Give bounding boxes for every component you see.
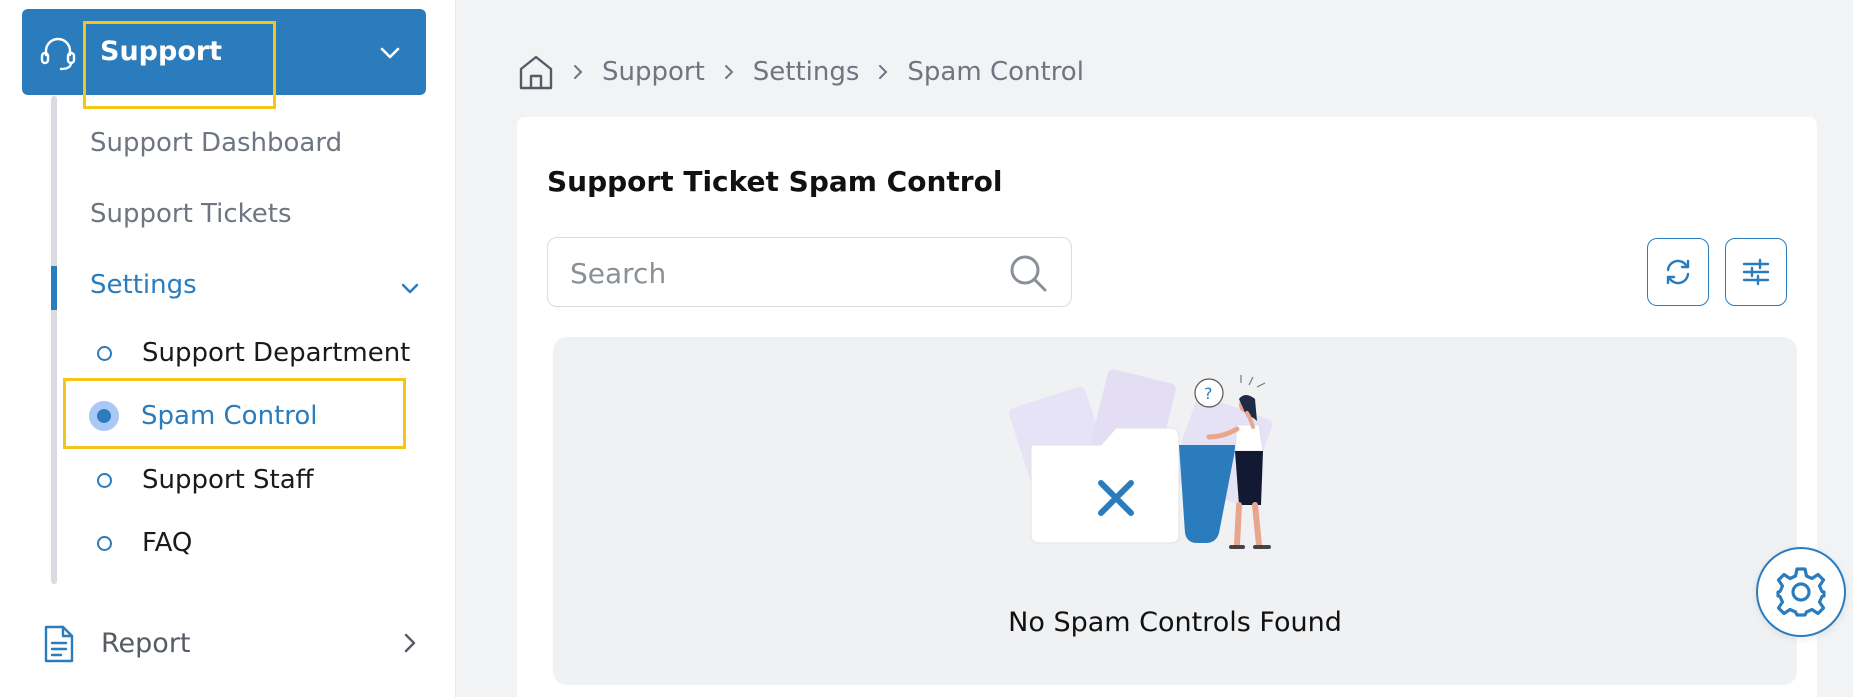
sidebar-item-report[interactable]: Report bbox=[42, 622, 422, 668]
chevron-right-icon bbox=[724, 65, 734, 79]
home-icon[interactable] bbox=[518, 53, 554, 91]
sliders-icon bbox=[1742, 258, 1770, 286]
refresh-icon bbox=[1666, 259, 1690, 285]
sidebar-subitem-support-staff[interactable]: Support Staff bbox=[92, 460, 314, 500]
sidebar-subitem-faq[interactable]: FAQ bbox=[92, 523, 192, 563]
page-title: Support Ticket Spam Control bbox=[547, 165, 1003, 198]
search-icon[interactable] bbox=[1007, 252, 1049, 294]
sidebar-subitem-support-department[interactable]: Support Department bbox=[92, 333, 410, 373]
breadcrumb: Support Settings Spam Control bbox=[518, 52, 1084, 92]
gear-icon bbox=[1776, 567, 1826, 617]
headset-icon bbox=[40, 37, 76, 71]
breadcrumb-item-current: Spam Control bbox=[907, 57, 1084, 87]
bullet-icon bbox=[97, 472, 112, 488]
empty-state-message: No Spam Controls Found bbox=[1008, 607, 1342, 638]
empty-folder-illustration: ? bbox=[1009, 369, 1273, 549]
filter-settings-button[interactable] bbox=[1725, 238, 1787, 306]
sidebar-subitem-label: Support Department bbox=[142, 338, 411, 368]
sidebar-subitem-label: Support Staff bbox=[142, 465, 314, 495]
chevron-right-icon bbox=[879, 65, 888, 79]
refresh-button[interactable] bbox=[1647, 238, 1709, 306]
search-box[interactable] bbox=[547, 237, 1072, 307]
highlight-box-spam-control bbox=[63, 378, 406, 449]
settings-fab-button[interactable] bbox=[1756, 547, 1846, 637]
tree-rail bbox=[51, 96, 57, 584]
sidebar-item-support-tickets[interactable]: Support Tickets bbox=[90, 199, 292, 229]
chevron-right-icon bbox=[574, 65, 583, 79]
sidebar-item-settings[interactable]: Settings bbox=[90, 270, 197, 300]
chevron-right-icon[interactable] bbox=[396, 630, 422, 656]
document-icon bbox=[44, 625, 74, 663]
sidebar: Support Support Dashboard Support Ticket… bbox=[0, 0, 456, 697]
highlight-box-support bbox=[83, 21, 276, 109]
sidebar-subitem-label: FAQ bbox=[142, 528, 193, 558]
main-card: Support Ticket Spam Control Search ? No … bbox=[517, 117, 1817, 697]
empty-state: ? No Spam Controls Found bbox=[553, 337, 1797, 685]
bullet-icon bbox=[97, 345, 112, 361]
svg-text:?: ? bbox=[1204, 384, 1213, 403]
sidebar-item-support-dashboard[interactable]: Support Dashboard bbox=[90, 128, 342, 158]
sidebar-item-label: Report bbox=[101, 628, 191, 659]
search-input[interactable] bbox=[570, 252, 990, 294]
chevron-down-icon[interactable] bbox=[376, 39, 404, 67]
tree-rail-active-indicator bbox=[51, 266, 57, 310]
chevron-down-icon[interactable] bbox=[398, 276, 422, 300]
breadcrumb-item-support[interactable]: Support bbox=[602, 57, 705, 87]
bullet-icon bbox=[97, 535, 112, 551]
breadcrumb-item-settings[interactable]: Settings bbox=[753, 57, 860, 87]
